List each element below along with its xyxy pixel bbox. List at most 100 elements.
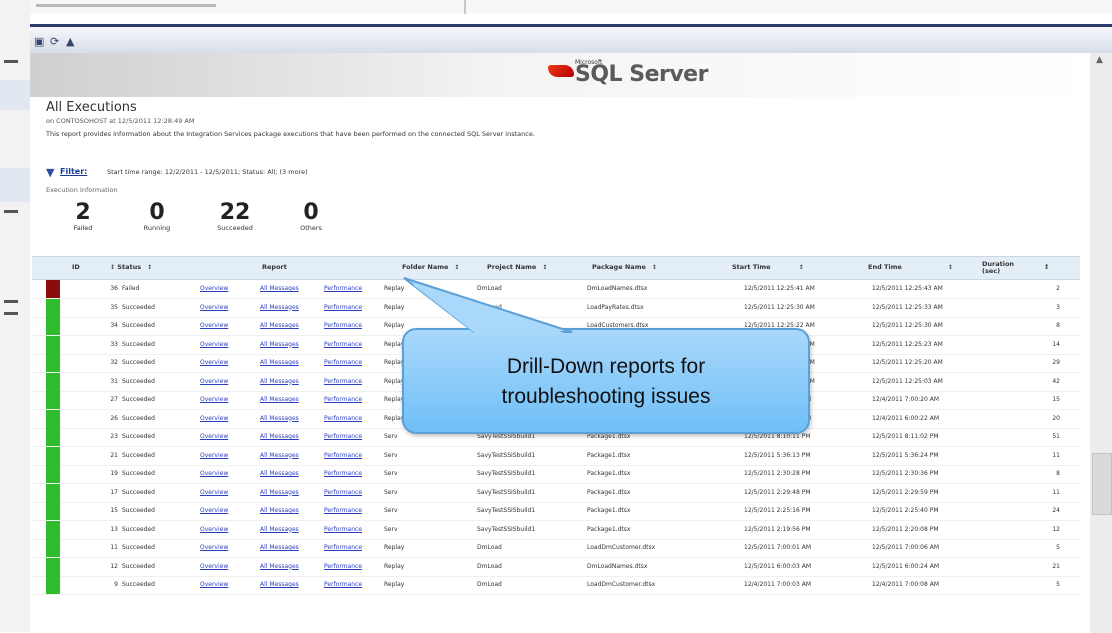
column-header-duration[interactable]: Duration (sec) [982,261,1022,275]
pane-divider[interactable] [464,0,466,14]
all-messages-link[interactable]: All Messages [260,396,299,403]
cell-duration: 8 [1056,470,1060,477]
column-header-project[interactable]: Project Name ↕ [487,263,547,271]
cell-start-time: 12/5/2011 2:30:28 PM [744,470,811,477]
performance-link[interactable]: Performance [324,415,362,422]
performance-link[interactable]: Performance [324,489,362,496]
cell-folder: Replay [384,303,405,311]
column-header-report[interactable]: Report [262,263,287,271]
left-panel-tab[interactable] [0,80,30,110]
all-messages-link[interactable]: All Messages [260,526,299,533]
performance-link[interactable]: Performance [324,433,362,440]
all-messages-link[interactable]: All Messages [260,433,299,440]
overview-link[interactable]: Overview [200,526,228,533]
save-icon[interactable]: ▣ [34,35,44,48]
overview-link[interactable]: Overview [200,544,228,551]
cell-start-time: 12/5/2011 2:25:16 PM [744,507,811,514]
overview-link[interactable]: Overview [200,452,228,459]
left-panel-marker [4,60,18,63]
sort-icon[interactable]: ↕ [110,264,115,271]
performance-link[interactable]: Performance [324,285,362,292]
filter-icon[interactable]: ▼ [46,166,54,179]
overview-link[interactable]: Overview [200,470,228,477]
table-row: 15 Succeeded Overview All Messages Performan… [32,502,1080,521]
column-header-folder[interactable]: Folder Name ↕ [402,263,459,271]
cell-project: SavyTestSSISbuild1 [477,488,536,496]
sort-icon[interactable]: ↕ [652,264,657,271]
vertical-scrollbar[interactable]: ▲ [1090,53,1112,633]
all-messages-link[interactable]: All Messages [260,415,299,422]
overview-link[interactable]: Overview [200,341,228,348]
overview-link[interactable]: Overview [200,489,228,496]
cell-duration: 20 [1052,414,1060,422]
overview-link[interactable]: Overview [200,581,228,588]
filter-link[interactable]: Filter: [60,167,87,176]
all-messages-link[interactable]: All Messages [260,378,299,385]
overview-link[interactable]: Overview [200,304,228,311]
performance-link[interactable]: Performance [324,378,362,385]
sort-icon[interactable]: ↕ [147,264,152,271]
cell-project: DmLoad [477,581,502,588]
cell-status: Succeeded [122,562,155,570]
cell-folder: Replay [384,285,405,292]
refresh-icon[interactable]: ⟳ [50,35,59,48]
overview-link[interactable]: Overview [200,433,228,440]
sort-icon[interactable]: ↕ [1044,263,1049,271]
sort-icon[interactable]: ↕ [454,264,459,271]
overview-link[interactable]: Overview [200,415,228,422]
report-description: This report provides information about t… [46,130,535,138]
overview-link[interactable]: Overview [200,285,228,292]
status-color-indicator [46,391,60,409]
performance-link[interactable]: Performance [324,581,362,588]
overview-link[interactable]: Overview [200,322,228,329]
overview-link[interactable]: Overview [200,359,228,366]
all-messages-link[interactable]: All Messages [260,507,299,514]
cell-folder: Serv [384,470,398,477]
report-title: All Executions [46,100,137,115]
column-header-package[interactable]: Package Name ↕ [592,263,657,271]
all-messages-link[interactable]: All Messages [260,285,299,292]
left-panel-tab[interactable] [0,168,30,202]
all-messages-link[interactable]: All Messages [260,304,299,311]
performance-link[interactable]: Performance [324,452,362,459]
all-messages-link[interactable]: All Messages [260,581,299,588]
column-header-start-time[interactable]: Start Time ↕ [732,263,804,271]
print-icon[interactable]: ▲ [66,35,74,48]
performance-link[interactable]: Performance [324,322,362,329]
all-messages-link[interactable]: All Messages [260,544,299,551]
performance-link[interactable]: Performance [324,563,362,570]
sort-icon[interactable]: ↕ [542,264,547,271]
scrollbar-thumb[interactable] [1092,453,1112,515]
column-header-end-time[interactable]: End Time ↕ [868,263,953,271]
performance-link[interactable]: Performance [324,359,362,366]
all-messages-link[interactable]: All Messages [260,452,299,459]
column-header-status[interactable]: ↕ Status ↕ [104,263,152,271]
performance-link[interactable]: Performance [324,470,362,477]
performance-link[interactable]: Performance [324,341,362,348]
cell-duration: 21 [1052,562,1060,570]
sort-icon[interactable]: ↕ [799,264,804,271]
column-header-id[interactable]: ID [72,263,80,271]
performance-link[interactable]: Performance [324,507,362,514]
all-messages-link[interactable]: All Messages [260,322,299,329]
performance-link[interactable]: Performance [324,544,362,551]
performance-link[interactable]: Performance [324,396,362,403]
overview-link[interactable]: Overview [200,378,228,385]
cell-folder: Replay [384,562,405,570]
scroll-up-icon[interactable]: ▲ [1096,55,1103,65]
status-color-indicator [46,539,60,557]
sort-icon[interactable]: ↕ [948,264,953,271]
stat-value: 22 [219,200,251,225]
stat-label: Failed [73,224,93,232]
performance-link[interactable]: Performance [324,526,362,533]
all-messages-link[interactable]: All Messages [260,341,299,348]
overview-link[interactable]: Overview [200,396,228,403]
all-messages-link[interactable]: All Messages [260,359,299,366]
all-messages-link[interactable]: All Messages [260,489,299,496]
overview-link[interactable]: Overview [200,563,228,570]
all-messages-link[interactable]: All Messages [260,563,299,570]
overview-link[interactable]: Overview [200,507,228,514]
stat-succeeded: 22 Succeeded [202,200,268,233]
performance-link[interactable]: Performance [324,304,362,311]
all-messages-link[interactable]: All Messages [260,470,299,477]
